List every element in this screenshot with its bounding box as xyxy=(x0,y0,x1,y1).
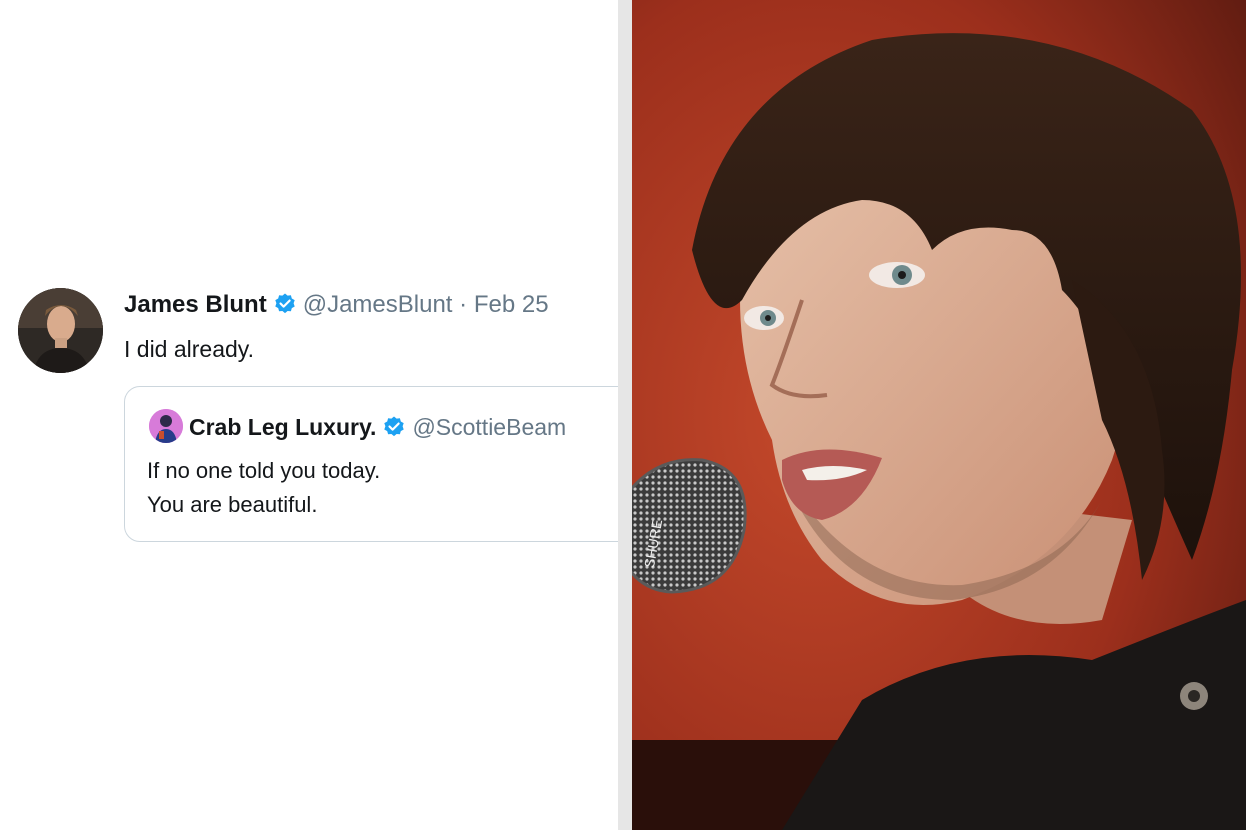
quoted-tweet-card[interactable]: Crab Leg Luxury. @ScottieBeam If no one t… xyxy=(124,386,618,542)
tweet-panel: James Blunt @JamesBlunt · Feb 25 I did al… xyxy=(0,0,618,830)
quoted-tweet-text: If no one told you today. You are beauti… xyxy=(147,454,380,522)
tweet-date[interactable]: Feb 25 xyxy=(474,291,549,318)
quoted-tweet-line-1: If no one told you today. xyxy=(147,458,381,483)
verified-badge-icon xyxy=(382,415,406,446)
tweet-header: James Blunt @JamesBlunt · Feb 25 xyxy=(124,290,549,324)
quoted-tweet-header: Crab Leg Luxury. @ScottieBeam xyxy=(149,409,566,446)
quoted-tweet-line-2: You are beautiful. xyxy=(147,492,318,517)
author-avatar[interactable] xyxy=(18,288,103,373)
author-handle[interactable]: @JamesBlunt xyxy=(303,291,453,318)
quoted-author-name[interactable]: Crab Leg Luxury. xyxy=(189,414,376,440)
singer-photo: SHURE xyxy=(632,0,1246,830)
verified-badge-icon xyxy=(273,292,297,324)
tweet-text: I did already. xyxy=(124,336,254,362)
quoted-author-avatar[interactable] xyxy=(149,409,183,443)
quoted-author-handle[interactable]: @ScottieBeam xyxy=(412,414,566,440)
separator-dot: · xyxy=(459,291,468,318)
author-name[interactable]: James Blunt xyxy=(124,291,267,318)
panel-divider xyxy=(618,0,632,830)
